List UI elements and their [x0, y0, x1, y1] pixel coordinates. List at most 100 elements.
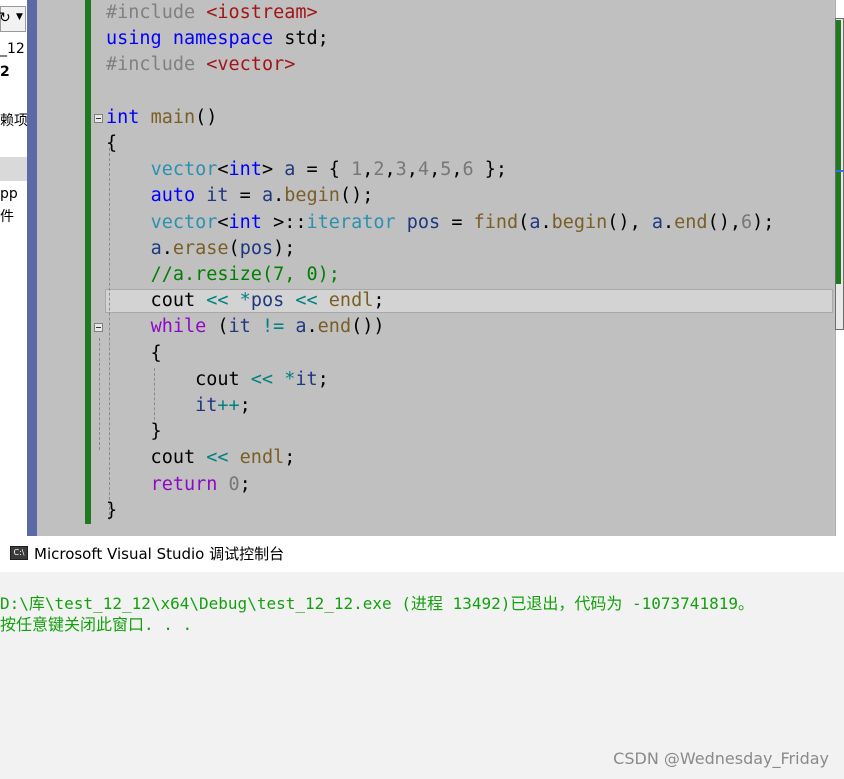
code-line[interactable]: { — [106, 341, 162, 367]
code-token: << — [206, 290, 229, 312]
solution-explorer-panel: ↻ ▼ _12 2 赖项 pp 件 — [0, 0, 27, 536]
code-token: < — [217, 211, 229, 233]
code-line[interactable]: auto it = a.begin(); — [106, 183, 374, 209]
code-line[interactable]: //a.resize(7, 0); — [106, 262, 340, 288]
code-token: ; — [239, 473, 251, 495]
code-token: ( — [206, 316, 229, 338]
code-token: { — [106, 342, 162, 364]
code-token: 2 — [373, 159, 385, 181]
code-token: } — [106, 499, 118, 521]
code-token: , — [429, 159, 441, 181]
code-line[interactable]: return 0; — [106, 472, 251, 498]
refresh-icon[interactable]: ↻ — [0, 10, 11, 26]
chevron-down-icon[interactable]: ▼ — [16, 12, 23, 22]
code-token: endl — [239, 447, 285, 469]
code-token: #include — [106, 54, 207, 76]
tree-item-files[interactable]: 件 — [0, 209, 14, 225]
code-token: , — [362, 159, 374, 181]
code-editor[interactable]: #include <iostream> using namespace std; #… — [91, 0, 835, 536]
indent-guide — [99, 338, 100, 450]
code-token: . — [273, 185, 285, 207]
code-line[interactable]: } — [106, 498, 117, 524]
code-line[interactable]: #include <vector> — [106, 52, 295, 78]
console-exit-line: D:\库\test_12_12\x64\Debug\test_12_12.exe… — [0, 594, 754, 613]
code-line[interactable]: using namespace std; — [106, 26, 329, 52]
editor-margin — [37, 0, 85, 536]
code-token: a — [261, 185, 274, 207]
code-token: << — [206, 447, 229, 469]
code-token: main — [150, 106, 196, 128]
code-token: 6 — [740, 211, 753, 233]
code-line[interactable]: vector<int> a = { 1,2,3,4,5,6 }; — [106, 157, 507, 183]
tree-item-solution[interactable]: 2 — [0, 64, 10, 80]
code-token: endl — [328, 290, 374, 312]
code-token: 6 — [462, 159, 474, 181]
code-token: 4 — [417, 159, 430, 181]
code-token: (); — [339, 185, 374, 207]
code-line[interactable]: cout << *pos << endl; — [106, 288, 385, 314]
code-line[interactable]: vector<int >::iterator pos = find(a.begi… — [106, 210, 775, 236]
code-token: = { — [295, 159, 352, 181]
code-token: { — [106, 133, 118, 154]
code-token: , — [406, 159, 418, 181]
code-token: int — [228, 159, 262, 181]
tree-item-dependencies[interactable]: 赖项 — [0, 113, 27, 129]
code-token: begin — [284, 185, 340, 207]
code-token: ; — [239, 395, 251, 416]
code-token: using — [106, 28, 162, 50]
code-token: while — [150, 316, 207, 338]
tree-item-project[interactable]: _12 — [0, 41, 25, 57]
code-token: //a.resize(7, 0); — [150, 264, 340, 285]
code-line[interactable]: a.erase(pos); — [106, 236, 296, 262]
solution-explorer-toolbar[interactable]: ↻ ▼ — [0, 6, 26, 32]
code-line[interactable]: cout << endl; — [106, 445, 296, 471]
panel-splitter[interactable] — [27, 0, 37, 536]
code-line[interactable]: #include <iostream> — [106, 0, 318, 26]
code-token: (), — [607, 211, 652, 233]
code-token: ; — [373, 290, 385, 312]
code-token: ); — [273, 237, 296, 259]
selected-tree-row[interactable] — [0, 157, 27, 181]
code-token: std; — [273, 28, 329, 50]
code-token: (), — [707, 211, 741, 233]
code-token: it — [206, 185, 229, 207]
code-line[interactable]: } — [106, 419, 162, 445]
code-token: () — [195, 106, 218, 128]
code-line[interactable]: while (it != a.end()) — [106, 314, 385, 340]
code-token: , — [451, 159, 463, 181]
code-token: it — [195, 395, 218, 416]
code-token: >:: — [261, 211, 307, 233]
code-token: ; — [317, 368, 329, 390]
code-line[interactable]: { — [106, 131, 117, 157]
code-token: 3 — [395, 159, 407, 181]
collapse-while-icon[interactable] — [94, 323, 103, 332]
tree-item-source-file[interactable]: pp — [0, 186, 18, 202]
code-line[interactable]: int main() — [106, 105, 217, 131]
code-token: a — [295, 316, 307, 338]
code-token: cout — [106, 368, 251, 390]
code-token: vector — [150, 159, 218, 181]
code-token: ; — [284, 447, 296, 469]
code-token: ( — [228, 237, 240, 259]
code-token: pos — [239, 237, 274, 259]
code-token: <iostream> — [206, 2, 318, 23]
code-line[interactable]: it++; — [106, 393, 251, 419]
collapse-main-icon[interactable] — [94, 114, 103, 123]
code-line[interactable]: cout << *it; — [106, 367, 329, 393]
console-icon: C:\ — [10, 546, 28, 560]
